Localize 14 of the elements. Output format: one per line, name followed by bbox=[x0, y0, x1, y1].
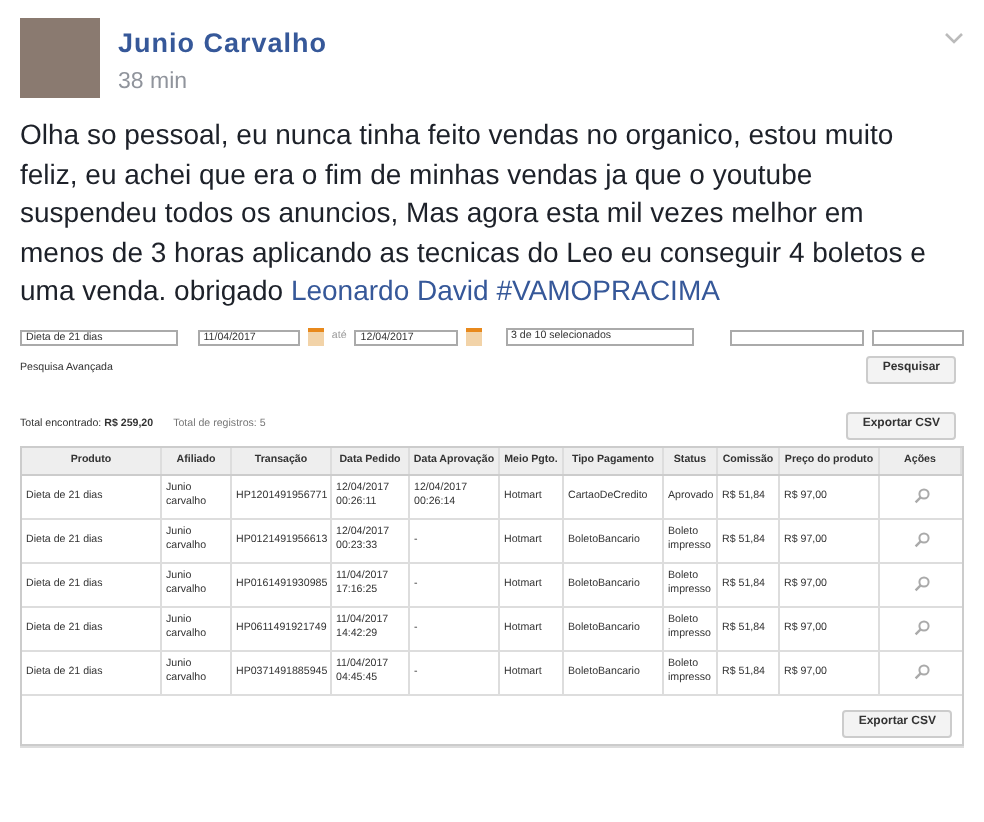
post-link[interactable]: Leonardo David bbox=[290, 274, 489, 306]
chevron-down-icon[interactable] bbox=[944, 32, 964, 44]
search-icon[interactable] bbox=[913, 620, 929, 636]
calendar-icon[interactable] bbox=[465, 328, 481, 346]
search-icon[interactable] bbox=[913, 576, 929, 592]
search-icon[interactable] bbox=[913, 532, 929, 548]
calendar-icon[interactable] bbox=[307, 328, 324, 346]
post-text: Olha so pessoal, eu nunca tinha feito vendas no organico, estou muito feliz, eu achei que era o fim de minhas vendas ja que o youtube suspendeu todos os anuncios, Mas agora esta mil vezes melhor em menos de 3 horas aplicando as tecnicas do Leo eu conseguir 4 boletos e uma venda. obrigado Leonardo David #VAMOPRACIMA bbox=[18, 116, 928, 310]
search-icon[interactable] bbox=[913, 488, 929, 504]
text-field[interactable] bbox=[729, 329, 864, 345]
text-field[interactable] bbox=[871, 329, 965, 345]
post-link[interactable]: #VAMOPRACIMA bbox=[496, 274, 720, 306]
author-name[interactable]: Junio Carvalho bbox=[118, 26, 328, 62]
search-icon[interactable] bbox=[913, 664, 929, 680]
